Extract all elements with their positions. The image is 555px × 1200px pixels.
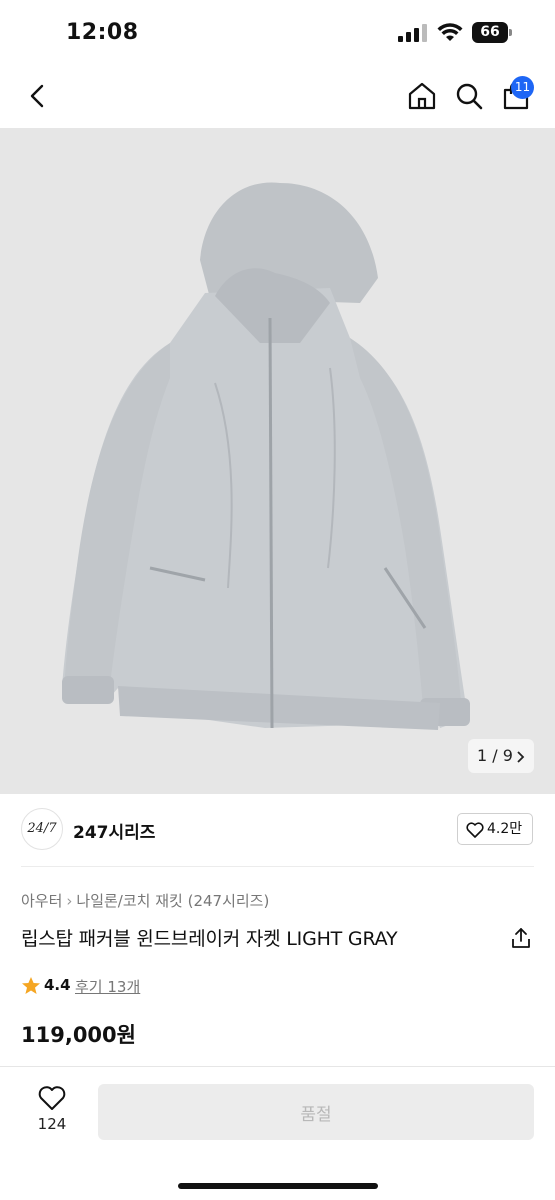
sold-out-button[interactable]: 품절	[98, 1084, 534, 1140]
home-button[interactable]	[406, 80, 438, 112]
wifi-icon	[437, 23, 463, 41]
jacket-image	[62, 182, 470, 730]
chevron-right-icon: ›	[66, 892, 73, 910]
status-time: 12:08	[66, 20, 139, 45]
price: 119,000원	[21, 1023, 136, 1047]
share-button[interactable]	[509, 926, 533, 950]
cart-count-badge: 11	[511, 76, 534, 99]
signal-icon	[398, 24, 427, 42]
status-bar: 12:08 66	[0, 0, 555, 64]
search-button[interactable]	[453, 80, 485, 112]
wishlist-button[interactable]: 124	[22, 1081, 82, 1141]
rating-score: 4.4	[44, 976, 71, 994]
star-icon	[22, 977, 40, 994]
breadcrumb: 아우터 › 나일론/코치 재킷 (247시리즈)	[21, 890, 269, 911]
back-chevron-icon	[30, 84, 44, 108]
home-icon	[408, 82, 436, 110]
battery-level: 66	[472, 22, 508, 43]
brand-like-count: 4.2만	[487, 821, 523, 837]
bottom-action-bar: 124 품절	[0, 1066, 555, 1200]
brand-row[interactable]: 24/7 247시리즈 4.2만	[0, 794, 555, 866]
share-icon	[512, 928, 530, 948]
breadcrumb-item[interactable]: 아우터	[21, 892, 62, 910]
brand-name[interactable]: 247시리즈	[73, 818, 155, 843]
image-counter-text: 1 / 9	[477, 746, 513, 765]
top-nav	[0, 64, 555, 128]
wishlist-count: 124	[37, 1115, 67, 1133]
back-button[interactable]	[22, 80, 54, 112]
divider	[21, 866, 534, 867]
image-counter[interactable]: 1 / 9	[468, 739, 534, 773]
chevron-right-icon	[517, 751, 525, 763]
search-icon	[456, 83, 483, 110]
battery-icon: 66	[472, 22, 512, 43]
product-title: 립스탑 패커블 윈드브레이커 자켓 LIGHT GRAY	[21, 928, 398, 950]
brand-like-button[interactable]: 4.2만	[457, 813, 533, 845]
product-image[interactable]	[0, 128, 555, 794]
home-indicator[interactable]	[178, 1183, 378, 1189]
brand-logo[interactable]: 24/7	[21, 808, 63, 850]
breadcrumb-item[interactable]: 나일론/코치 재킷 (247시리즈)	[76, 892, 269, 910]
heart-outline-icon	[466, 822, 484, 838]
heart-outline-icon	[38, 1086, 66, 1110]
review-count-link[interactable]: 후기 13개	[75, 976, 140, 997]
